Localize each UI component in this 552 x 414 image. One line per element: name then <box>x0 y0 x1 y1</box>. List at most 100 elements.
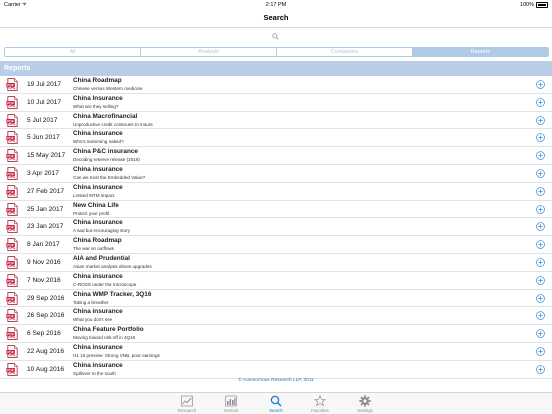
report-title: China insurance <box>73 130 123 138</box>
report-row[interactable]: PDF 3 Apr 2017 China insurance Can we trus… <box>0 165 552 183</box>
segment-companies[interactable]: Companies <box>277 48 413 56</box>
report-date: 15 May 2017 <box>27 152 66 160</box>
svg-text:PDF: PDF <box>7 155 14 159</box>
svg-text:PDF: PDF <box>7 208 14 212</box>
svg-text:PDF: PDF <box>7 279 14 283</box>
tab-settings[interactable]: Settings <box>350 395 380 413</box>
add-circle-icon[interactable] <box>536 80 545 89</box>
svg-text:PDF: PDF <box>7 190 14 194</box>
add-circle-icon[interactable] <box>536 98 545 107</box>
pdf-file-icon: PDF <box>6 291 18 305</box>
report-date: 5 Jul 2017 <box>27 116 58 124</box>
pdf-file-icon: PDF <box>6 327 18 341</box>
add-circle-icon[interactable] <box>536 347 545 356</box>
report-row[interactable]: PDF 5 Jul 2017 China Macrofinancial Unprod… <box>0 112 552 130</box>
add-circle-icon[interactable] <box>536 151 545 160</box>
add-circle-icon[interactable] <box>536 115 545 125</box>
page-title: Search <box>263 13 289 22</box>
report-subtitle: Can we trust the Embedded Value? <box>73 174 146 180</box>
report-title: China insurance <box>73 165 123 173</box>
tab-label: Search <box>269 408 283 413</box>
tab-label: Research <box>177 408 197 413</box>
report-row[interactable]: PDF 29 Sep 2016 China WMP Tracker, 3Q16 Ta… <box>0 290 552 308</box>
report-date: 6 Sep 2016 <box>27 330 61 338</box>
pdf-file-icon: PDF <box>6 220 18 234</box>
add-circle-icon[interactable] <box>536 169 545 178</box>
tab-bar: Research Sectors Search Favorites Settings <box>0 392 552 414</box>
add-circle-icon[interactable] <box>536 222 545 232</box>
add-circle-icon[interactable] <box>536 311 545 321</box>
svg-text:PDF: PDF <box>7 350 14 354</box>
add-circle-icon[interactable] <box>536 364 545 374</box>
add-circle-icon[interactable] <box>536 293 545 303</box>
report-title: China insurance <box>73 183 123 191</box>
report-row[interactable]: PDF 15 May 2017 China P&C insurance Decodi… <box>0 147 552 165</box>
research-chart-icon <box>172 395 202 407</box>
report-subtitle: C-ROSS under the microscope <box>73 281 137 287</box>
pdf-file-icon: PDF <box>6 362 18 376</box>
report-date: 3 Apr 2017 <box>27 169 59 177</box>
search-icon <box>261 395 291 407</box>
report-date: 7 Nov 2016 <box>27 276 61 284</box>
report-row[interactable]: PDF 9 Nov 2016 AIA and Prudential Asian ma… <box>0 254 552 272</box>
tab-favorites[interactable]: Favorites <box>305 395 335 413</box>
report-row[interactable]: PDF 25 Jan 2017 New China Life Protect you… <box>0 201 552 219</box>
report-row[interactable]: PDF 10 Aug 2016 China insurance Spillover … <box>0 361 552 379</box>
segment-reports[interactable]: Reports <box>413 48 548 56</box>
report-title: AIA and Prudential <box>73 254 130 262</box>
report-row[interactable]: PDF 8 Jan 2017 China Roadmap The war on ou… <box>0 236 552 254</box>
report-row[interactable]: PDF 23 Jan 2017 China insurance A sad but … <box>0 218 552 237</box>
add-circle-icon[interactable] <box>536 187 545 196</box>
svg-text:PDF: PDF <box>7 297 14 301</box>
status-bar: Carrier 2:17 PM 100% <box>0 0 552 10</box>
report-row[interactable]: PDF 22 Aug 2016 China insurance H1 16 prev… <box>0 343 552 361</box>
tab-research[interactable]: Research <box>172 395 202 413</box>
section-header-reports: Reports <box>0 61 552 76</box>
report-date: 10 Aug 2016 <box>27 365 65 373</box>
pdf-file-icon: PDF <box>6 131 18 145</box>
segment-all[interactable]: All <box>5 48 141 56</box>
report-title: New China Life <box>73 201 119 209</box>
report-row[interactable]: PDF 5 Jun 2017 China insurance Who's swimm… <box>0 129 552 148</box>
report-subtitle: What are they selling? <box>73 103 119 109</box>
search-field[interactable] <box>0 28 552 44</box>
report-row[interactable]: PDF 26 Sep 2016 China insurance What you d… <box>0 307 552 326</box>
report-date: 19 Jul 2017 <box>27 81 62 88</box>
report-row[interactable]: PDF 7 Nov 2016 China insurance C-ROSS unde… <box>0 272 552 290</box>
report-date: 9 Nov 2016 <box>27 258 61 266</box>
add-circle-icon[interactable] <box>536 275 545 285</box>
report-date: 26 Sep 2016 <box>27 312 65 320</box>
add-circle-icon[interactable] <box>536 240 545 249</box>
pdf-file-icon: PDF <box>6 256 18 269</box>
report-title: China Feature Portfolio <box>73 326 144 334</box>
gear-icon <box>350 395 380 407</box>
copyright-link[interactable]: © Autonomous Research LLP, 2011 <box>0 378 552 383</box>
pdf-file-icon: PDF <box>6 309 18 323</box>
report-row[interactable]: PDF 10 Jul 2017 China Insurance What are t… <box>0 94 552 112</box>
report-row[interactable]: PDF 27 Feb 2017 China insurance Limited MT… <box>0 183 552 201</box>
report-row[interactable]: PDF 19 Jul 2017 China Roadmap Chinese vers… <box>0 76 552 94</box>
segment-analysis[interactable]: Analysis <box>141 48 277 56</box>
add-circle-icon[interactable] <box>536 329 545 338</box>
report-title: China WMP Tracker, 3Q16 <box>73 290 152 298</box>
report-subtitle: Who's swimming naked? <box>73 139 124 145</box>
tab-label: Sectors <box>223 408 239 413</box>
tab-sectors[interactable]: Sectors <box>216 395 246 413</box>
tab-search[interactable]: Search <box>261 395 291 413</box>
report-title: China Insurance <box>73 94 123 102</box>
report-subtitle: What you don't see <box>73 317 113 323</box>
add-circle-icon[interactable] <box>536 133 545 143</box>
sectors-bar-icon <box>216 395 246 407</box>
report-title: China P&C insurance <box>73 148 138 156</box>
report-subtitle: Moving toward risk-off in 4Q16 <box>73 335 136 341</box>
add-circle-icon[interactable] <box>536 204 545 214</box>
report-subtitle: Protect your profit <box>73 210 110 216</box>
svg-text:PDF: PDF <box>7 368 14 372</box>
add-circle-icon[interactable] <box>536 258 545 267</box>
report-row[interactable]: PDF 6 Sep 2016 China Feature Portfolio Mov… <box>0 325 552 343</box>
svg-text:PDF: PDF <box>7 226 14 230</box>
report-date: 29 Sep 2016 <box>27 294 65 302</box>
report-subtitle: Decoding reserve release (2016) <box>73 157 140 163</box>
pdf-file-icon: PDF <box>6 184 18 198</box>
pdf-file-icon: PDF <box>6 78 18 91</box>
